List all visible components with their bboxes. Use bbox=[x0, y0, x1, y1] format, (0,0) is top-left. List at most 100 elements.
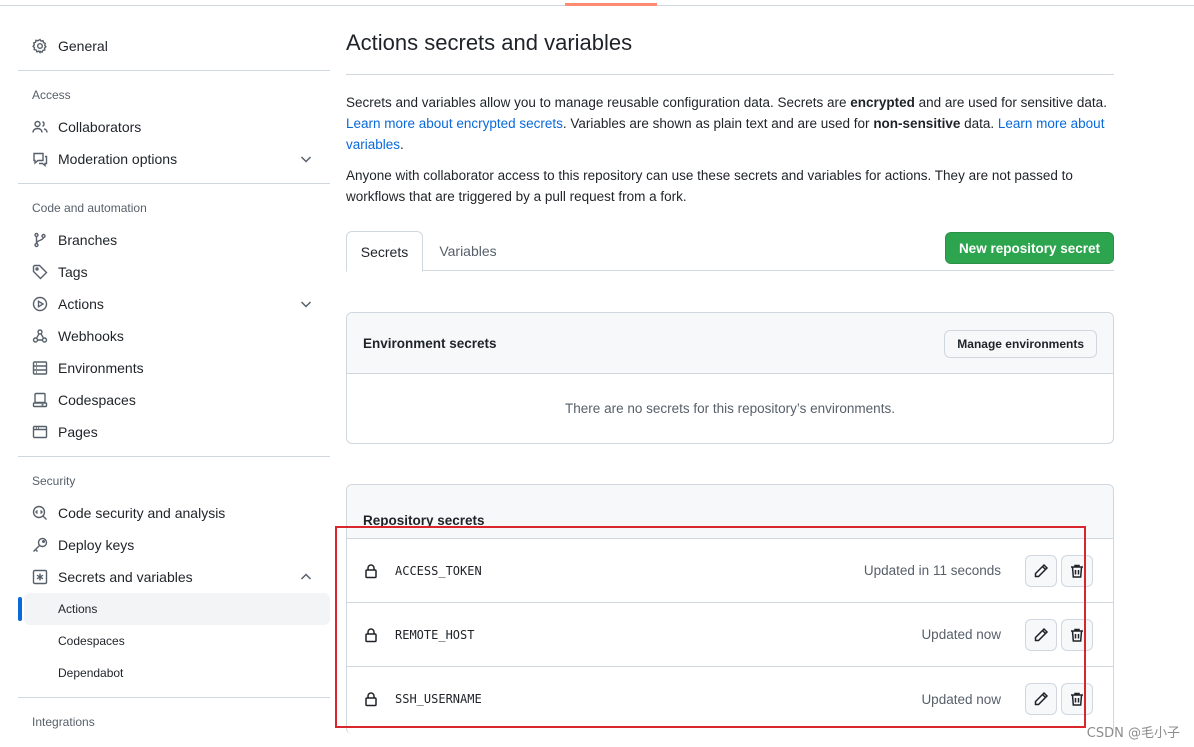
delete-secret-button[interactable] bbox=[1061, 619, 1093, 651]
sidebar-item-environments[interactable]: Environments bbox=[18, 352, 330, 384]
tabs: Secrets Variables New repository secret bbox=[346, 231, 1114, 272]
sidebar-item-webhooks[interactable]: Webhooks bbox=[18, 320, 330, 352]
asterisk-icon bbox=[32, 569, 48, 585]
secret-row: REMOTE_HOST Updated now bbox=[347, 603, 1113, 667]
description-access: Anyone with collaborator access to this … bbox=[346, 168, 1073, 204]
trash-icon bbox=[1071, 628, 1083, 642]
secret-updated: Updated in 11 seconds bbox=[863, 563, 1001, 578]
sidebar-item-label: Actions bbox=[58, 296, 104, 312]
sidebar-item-label: Code security and analysis bbox=[58, 505, 226, 521]
manage-environments-button[interactable]: Manage environments bbox=[944, 330, 1097, 358]
sidebar-item-label: General bbox=[58, 38, 108, 54]
server-icon bbox=[32, 360, 48, 376]
trash-icon bbox=[1071, 692, 1083, 706]
pencil-icon bbox=[1034, 691, 1049, 706]
tag-icon bbox=[32, 264, 48, 280]
page-title: Actions secrets and variables bbox=[346, 30, 1114, 75]
desc-text: . Variables are shown as plain text and … bbox=[562, 116, 874, 131]
section-title-integrations: Integrations bbox=[32, 715, 95, 729]
settings-sidebar: General Access Collaborators Moderation … bbox=[18, 30, 330, 738]
sidebar-subitem-actions[interactable]: Actions bbox=[18, 593, 330, 625]
box-header: Repository secrets bbox=[347, 485, 1113, 539]
sidebar-item-label: Collaborators bbox=[58, 119, 142, 135]
repository-secrets-box: Repository secrets ACCESS_TOKEN Updated … bbox=[346, 484, 1114, 734]
divider bbox=[18, 456, 330, 457]
sidebar-item-actions[interactable]: Actions bbox=[18, 288, 330, 320]
sidebar-item-label: Environments bbox=[58, 360, 144, 376]
chevron-up-icon[interactable] bbox=[298, 569, 314, 585]
webhook-icon bbox=[32, 328, 48, 344]
people-icon bbox=[32, 119, 48, 135]
section-title-security: Security bbox=[32, 474, 76, 488]
key-icon bbox=[32, 537, 48, 553]
secret-row: ACCESS_TOKEN Updated in 11 seconds bbox=[347, 539, 1113, 603]
sidebar-item-general[interactable]: General bbox=[18, 30, 330, 62]
delete-secret-button[interactable] bbox=[1061, 683, 1093, 715]
edit-secret-button[interactable] bbox=[1025, 619, 1057, 651]
desc-text: Secrets and variables allow you to manag… bbox=[346, 95, 851, 110]
pencil-icon bbox=[1034, 627, 1049, 642]
desc-text: data. bbox=[960, 116, 998, 131]
box-title: Environment secrets bbox=[363, 335, 497, 351]
sidebar-item-label: Pages bbox=[58, 424, 98, 440]
secret-name: ACCESS_TOKEN bbox=[395, 563, 482, 578]
sidebar-item-secrets-and-variables[interactable]: Secrets and variables bbox=[18, 561, 330, 593]
sidebar-subitem-codespaces[interactable]: Codespaces bbox=[18, 625, 330, 657]
browser-icon bbox=[32, 424, 48, 440]
environment-secrets-box: Environment secrets Manage environments … bbox=[346, 312, 1114, 444]
sidebar-item-tags[interactable]: Tags bbox=[18, 256, 330, 288]
secret-updated: Updated now bbox=[921, 627, 1001, 642]
main-content: Actions secrets and variables Secrets an… bbox=[346, 30, 1114, 272]
new-repository-secret-button[interactable]: New repository secret bbox=[944, 232, 1114, 264]
sidebar-item-label: Deploy keys bbox=[58, 537, 135, 553]
tab-secrets[interactable]: Secrets bbox=[346, 231, 423, 272]
sidebar-item-branches[interactable]: Branches bbox=[18, 224, 330, 256]
box-header: Environment secrets Manage environments bbox=[347, 313, 1113, 374]
sidebar-item-label: Codespaces bbox=[58, 392, 136, 408]
delete-secret-button[interactable] bbox=[1061, 555, 1093, 587]
tab-variables[interactable]: Variables bbox=[436, 231, 500, 271]
lock-icon bbox=[365, 692, 377, 707]
play-icon bbox=[32, 296, 48, 312]
box-title: Repository secrets bbox=[363, 513, 485, 528]
gear-icon bbox=[32, 38, 48, 54]
secret-name: SSH_USERNAME bbox=[395, 692, 482, 706]
sidebar-item-code-security[interactable]: Code security and analysis bbox=[18, 497, 330, 529]
active-tab-indicator bbox=[565, 3, 657, 6]
sidebar-item-label: Tags bbox=[58, 264, 88, 280]
desc-text: and are used for sensitive data. bbox=[914, 95, 1107, 110]
lock-icon bbox=[365, 564, 377, 579]
sidebar-item-label: Branches bbox=[58, 232, 118, 248]
codescan-icon bbox=[32, 505, 48, 521]
edit-secret-button[interactable] bbox=[1025, 555, 1057, 587]
chevron-down-icon[interactable] bbox=[298, 151, 314, 167]
codespaces-icon bbox=[32, 392, 48, 408]
secret-name: REMOTE_HOST bbox=[395, 627, 475, 642]
chevron-down-icon[interactable] bbox=[298, 296, 314, 312]
divider bbox=[18, 183, 330, 184]
sidebar-subitem-dependabot[interactable]: Dependabot bbox=[18, 657, 330, 689]
lock-icon bbox=[365, 628, 377, 643]
divider bbox=[18, 697, 330, 698]
learn-more-secrets-link[interactable]: Learn more about encrypted secrets bbox=[346, 116, 563, 131]
section-title-code: Code and automation bbox=[32, 201, 147, 215]
sidebar-item-label: Secrets and variables bbox=[58, 569, 193, 585]
sidebar-item-pages[interactable]: Pages bbox=[18, 416, 330, 448]
desc-bold: non-sensitive bbox=[873, 116, 961, 131]
trash-icon bbox=[1071, 564, 1083, 578]
desc-text: . bbox=[400, 137, 404, 152]
edit-secret-button[interactable] bbox=[1025, 683, 1057, 715]
sidebar-item-label: Webhooks bbox=[58, 328, 124, 344]
secret-updated: Updated now bbox=[921, 691, 1001, 707]
sidebar-item-codespaces[interactable]: Codespaces bbox=[18, 384, 330, 416]
watermark: CSDN @毛小子 bbox=[1086, 726, 1180, 741]
secret-row: SSH_USERNAME Updated now bbox=[347, 667, 1113, 731]
sidebar-item-collaborators[interactable]: Collaborators bbox=[18, 111, 330, 143]
empty-message: There are no secrets for this repository… bbox=[565, 401, 895, 416]
comment-icon bbox=[32, 151, 48, 167]
sidebar-item-label: Moderation options bbox=[58, 151, 178, 167]
pencil-icon bbox=[1034, 563, 1049, 578]
sidebar-item-moderation[interactable]: Moderation options bbox=[18, 143, 330, 175]
sidebar-item-deploy-keys[interactable]: Deploy keys bbox=[18, 529, 330, 561]
branch-icon bbox=[32, 232, 48, 248]
